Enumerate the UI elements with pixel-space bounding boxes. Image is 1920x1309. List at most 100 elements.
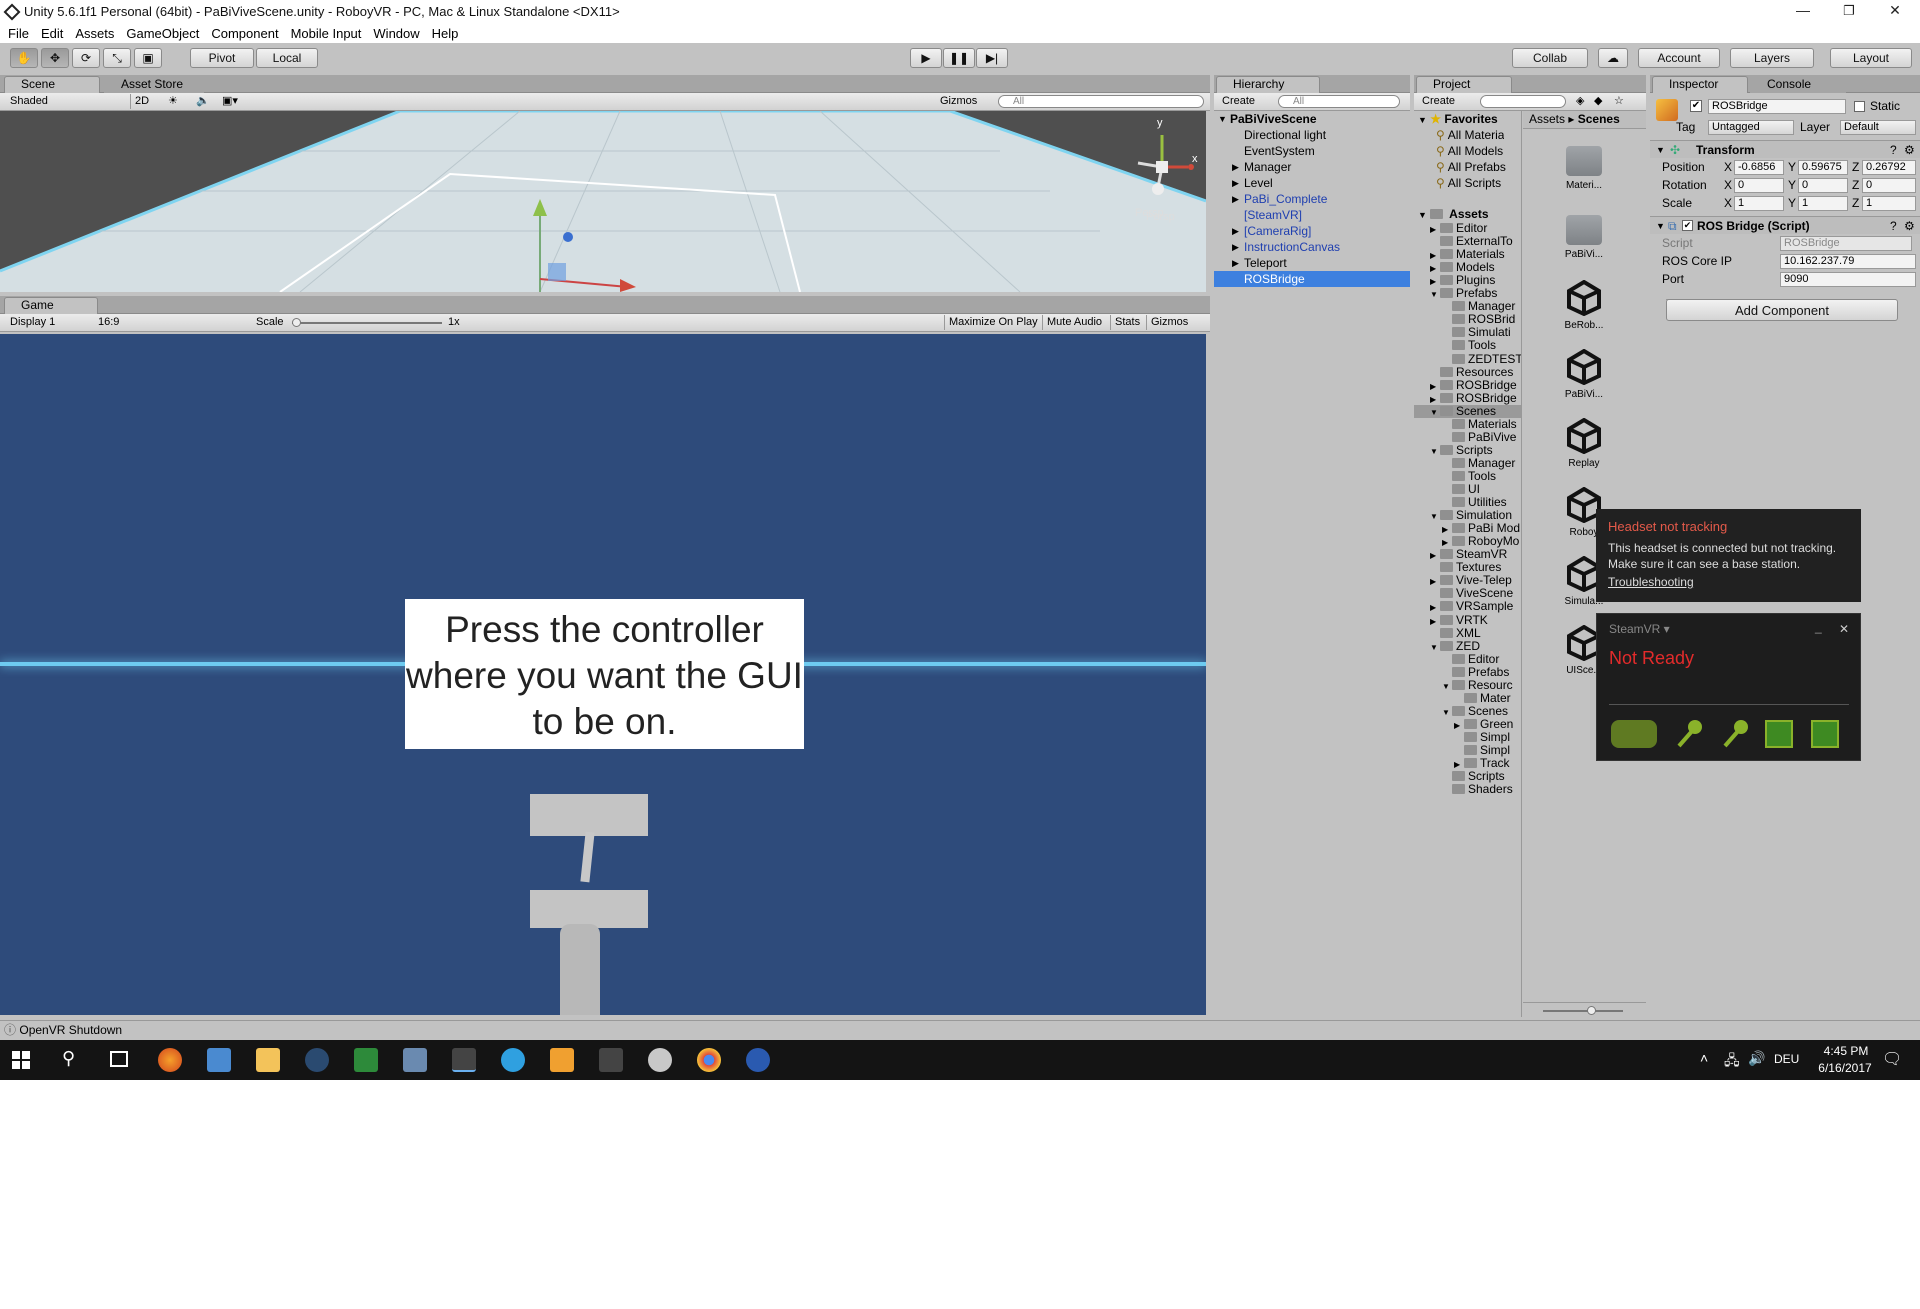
menu-help[interactable]: Help bbox=[432, 26, 459, 41]
favorite-item[interactable]: ⚲ All Scripts bbox=[1436, 175, 1501, 191]
task-view-icon[interactable] bbox=[110, 1051, 128, 1067]
folder-tree-item[interactable]: Manager bbox=[1414, 457, 1521, 470]
troubleshooting-link[interactable]: Troubleshooting bbox=[1608, 575, 1694, 589]
folder-tree-item[interactable]: Tools bbox=[1414, 470, 1521, 483]
restore-button[interactable]: ❐ bbox=[1826, 0, 1872, 23]
stats-toggle[interactable]: Stats bbox=[1110, 315, 1144, 330]
tray-chevron-icon[interactable]: ˄ bbox=[1700, 1050, 1708, 1066]
folder-tree-item[interactable]: Utilities bbox=[1414, 496, 1521, 509]
folder-tree-item[interactable]: ▼ Prefabs bbox=[1414, 287, 1521, 300]
folder-tree-item[interactable]: ▼ Scripts bbox=[1414, 444, 1521, 457]
icon-size-slider[interactable] bbox=[1523, 1002, 1646, 1017]
folder-tree-item[interactable]: Shaders bbox=[1414, 783, 1521, 796]
expand-arrow-icon[interactable]: ▶ bbox=[1430, 275, 1440, 287]
tab-game[interactable]: Game bbox=[4, 297, 98, 314]
position-y-field[interactable]: 0.59675 bbox=[1798, 160, 1848, 175]
account-dropdown[interactable]: Account bbox=[1638, 48, 1720, 68]
ros-bridge-header[interactable]: ▼ ⧉ ✔ ROS Bridge (Script) ? ⚙ bbox=[1650, 216, 1920, 234]
network-icon[interactable]: 🖧 bbox=[1724, 1050, 1740, 1074]
expand-arrow-icon[interactable]: ▼ bbox=[1442, 680, 1452, 692]
scene-gizmos-dropdown[interactable]: Gizmos bbox=[936, 94, 986, 109]
expand-arrow-icon[interactable]: ▶ bbox=[1232, 191, 1239, 207]
favorite-item[interactable]: ⚲ All Prefabs bbox=[1436, 159, 1506, 175]
folder-tree-item[interactable]: ▶ VRSample bbox=[1414, 600, 1521, 613]
steamvr-minimize-button[interactable]: _ bbox=[1815, 620, 1822, 634]
hierarchy-item[interactable]: ▶ [CameraRig] bbox=[1214, 223, 1410, 239]
folder-tree-item[interactable]: Tools bbox=[1414, 339, 1521, 352]
scene-viewport[interactable]: y x Persp Persp bbox=[0, 111, 1206, 292]
filter-type-icon[interactable]: ◈ bbox=[1572, 94, 1586, 109]
ros-core-ip-field[interactable]: 10.162.237.79 bbox=[1780, 254, 1916, 269]
expand-arrow-icon[interactable]: ▼ bbox=[1442, 706, 1452, 718]
folder-tree-item[interactable]: Resources bbox=[1414, 366, 1521, 379]
folder-tree-item[interactable]: ZEDTEST bbox=[1414, 353, 1521, 366]
hierarchy-item[interactable]: ROSBridge bbox=[1214, 271, 1410, 287]
tag-dropdown[interactable]: Untagged bbox=[1708, 120, 1794, 135]
static-checkbox[interactable] bbox=[1854, 101, 1865, 112]
hierarchy-item[interactable]: ▶ Level bbox=[1214, 175, 1410, 191]
folder-tree-item[interactable]: ▶ Materials bbox=[1414, 248, 1521, 261]
gear-icon[interactable]: ⚙ bbox=[1904, 218, 1915, 234]
scene-orientation-gizmo[interactable]: y x Persp bbox=[1128, 117, 1198, 223]
rotation-x-field[interactable]: 0 bbox=[1734, 178, 1784, 193]
folder-tree-item[interactable]: Editor bbox=[1414, 653, 1521, 666]
expand-arrow-icon[interactable]: ▶ bbox=[1442, 523, 1452, 535]
controller-1-icon[interactable] bbox=[1673, 718, 1703, 750]
steamvr-taskbar-icon[interactable] bbox=[746, 1048, 770, 1072]
project-search-input[interactable] bbox=[1480, 95, 1566, 108]
remote-desktop-icon[interactable] bbox=[403, 1048, 427, 1072]
move-tool-button[interactable]: ✥ bbox=[41, 48, 69, 68]
headset-status-icon[interactable] bbox=[1611, 720, 1657, 748]
folder-tree-item[interactable]: ▶ RoboyMo bbox=[1414, 535, 1521, 548]
folder-tree-item[interactable]: Textures bbox=[1414, 561, 1521, 574]
asset-tile[interactable]: PaBiVi... bbox=[1557, 211, 1611, 260]
rect-tool-button[interactable]: ▣ bbox=[134, 48, 162, 68]
tab-hierarchy[interactable]: Hierarchy bbox=[1216, 76, 1320, 93]
folder-tree-item[interactable]: ▶ VRTK bbox=[1414, 614, 1521, 627]
folder-tree-item[interactable]: Materials bbox=[1414, 418, 1521, 431]
asset-tile[interactable]: BeRob... bbox=[1557, 279, 1611, 331]
expand-arrow-icon[interactable]: ▶ bbox=[1430, 249, 1440, 261]
firefox-icon[interactable] bbox=[158, 1048, 182, 1072]
expand-arrow-icon[interactable]: ▶ bbox=[1430, 380, 1440, 392]
gear-icon[interactable]: ⚙ bbox=[1904, 142, 1915, 158]
folder-tree-item[interactable]: ▶ Models bbox=[1414, 261, 1521, 274]
expand-arrow-icon[interactable]: ▶ bbox=[1232, 223, 1239, 239]
folder-tree-item[interactable]: ROSBrid bbox=[1414, 313, 1521, 326]
paint-icon[interactable] bbox=[648, 1048, 672, 1072]
step-button[interactable]: ▶| bbox=[976, 48, 1008, 68]
scale-x-field[interactable]: 1 bbox=[1734, 196, 1784, 211]
folder-tree-item[interactable]: Simpl bbox=[1414, 744, 1521, 757]
expand-arrow-icon[interactable]: ▶ bbox=[1430, 549, 1440, 561]
expand-arrow-icon[interactable]: ▶ bbox=[1232, 175, 1239, 191]
favorite-item[interactable]: ⚲ All Models bbox=[1436, 143, 1503, 159]
steamvr-close-button[interactable]: ✕ bbox=[1839, 622, 1849, 636]
folder-tree-item[interactable]: ▶ PaBi Mod bbox=[1414, 522, 1521, 535]
folder-tree-item[interactable]: XML bbox=[1414, 627, 1521, 640]
effects-icon[interactable]: ▣▾ bbox=[218, 94, 248, 109]
expand-arrow-icon[interactable]: ▼ bbox=[1430, 641, 1440, 653]
expand-arrow-icon[interactable]: ▶ bbox=[1430, 262, 1440, 274]
lighting-icon[interactable]: ☀ bbox=[164, 94, 184, 109]
tab-asset-store[interactable]: Asset Store bbox=[104, 76, 204, 93]
scene-search-input[interactable]: All bbox=[998, 95, 1204, 108]
layers-dropdown[interactable]: Layers bbox=[1730, 48, 1814, 68]
scale-y-field[interactable]: 1 bbox=[1798, 196, 1848, 211]
expand-arrow-icon[interactable]: ▼ bbox=[1218, 111, 1227, 127]
tab-scene[interactable]: Scene bbox=[4, 76, 100, 93]
hierarchy-item[interactable]: EventSystem bbox=[1214, 143, 1410, 159]
hierarchy-item[interactable]: [SteamVR] bbox=[1214, 207, 1410, 223]
expand-arrow-icon[interactable]: ▼ bbox=[1656, 142, 1665, 158]
file-explorer-icon[interactable] bbox=[256, 1048, 280, 1072]
status-message[interactable]: OpenVR Shutdown bbox=[19, 1023, 122, 1037]
clock-date[interactable]: 6/16/2017 bbox=[1810, 1061, 1880, 1075]
folder-tree-item[interactable]: ▶ Track bbox=[1414, 757, 1521, 770]
notepad-icon[interactable] bbox=[354, 1048, 378, 1072]
calculator-icon[interactable] bbox=[599, 1048, 623, 1072]
game-gizmos-dropdown[interactable]: Gizmos bbox=[1146, 315, 1202, 330]
breadcrumb-assets[interactable]: Assets bbox=[1529, 112, 1565, 126]
expand-arrow-icon[interactable]: ▶ bbox=[1454, 719, 1464, 731]
object-name-field[interactable]: ROSBridge bbox=[1708, 99, 1846, 114]
expand-arrow-icon[interactable]: ▶ bbox=[1232, 255, 1239, 271]
folder-tree-item[interactable]: ▶ Green bbox=[1414, 718, 1521, 731]
